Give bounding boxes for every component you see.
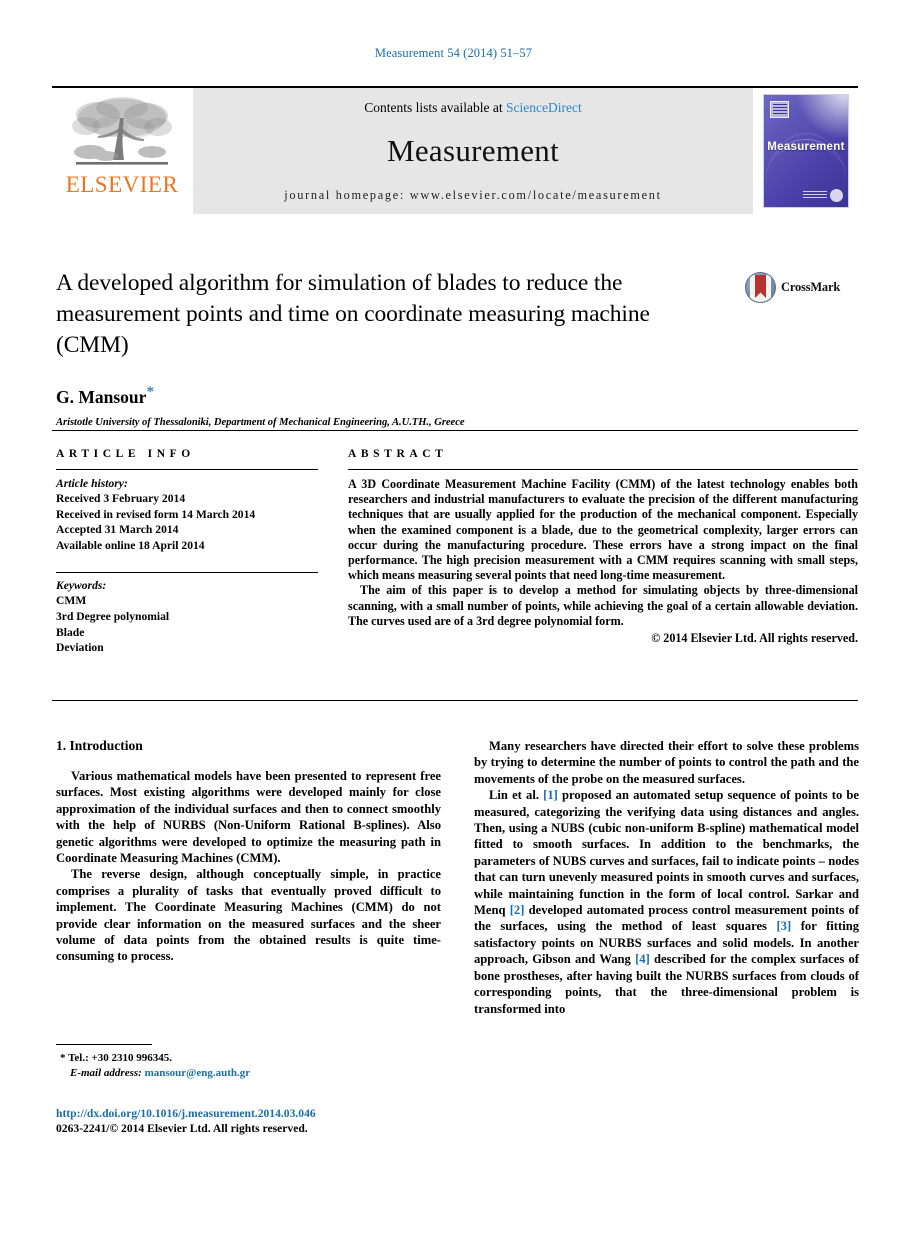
abstract-column: ABSTRACT A 3D Coordinate Measurement Mac… [348,448,858,646]
keywords-block: Keywords: CMM 3rd Degree polynomial Blad… [56,572,318,655]
abstract-heading: ABSTRACT [348,448,448,460]
intro-paragraph-with-citations: Lin et al. [1] proposed an automated set… [474,787,859,1017]
footnote-tel: * Tel.: +30 2310 996345. [56,1051,441,1066]
masthead-center: Contents lists available at ScienceDirec… [192,88,754,214]
keyword-item: 3rd Degree polynomial [56,609,170,623]
footnote-tel-text: Tel.: +30 2310 996345. [68,1052,173,1064]
affiliation: Aristotle University of Thessaloniki, De… [56,416,465,428]
abstract-paragraph: The aim of this paper is to develop a me… [348,583,858,628]
article-info-heading: ARTICLE INFO [56,448,195,460]
crossmark-icon [745,272,776,303]
history-received: Received 3 February 2014 [56,492,186,505]
abstract-paragraph: A 3D Coordinate Measurement Machine Faci… [348,477,858,583]
cover-footer [803,189,843,202]
keywords-rule [56,572,318,574]
author-name: G. Mansour* [56,384,696,408]
history-online: Available online 18 April 2014 [56,538,205,552]
abstract-rule [348,469,858,470]
running-head: Measurement 54 (2014) 51–57 [374,46,533,60]
elsevier-logo: ELSEVIER [52,88,192,214]
crossmark-badge[interactable]: CrossMark [745,272,840,303]
keyword-item: Blade [56,625,85,639]
keyword-item: CMM [56,594,87,608]
intro-paragraph: The reverse design, although conceptuall… [56,867,441,964]
corresponding-author-marker: * [146,384,154,400]
elsevier-tree-icon [66,94,178,172]
journal-cover-thumbnail: Measurement [754,88,858,214]
divider-above-abstract [52,430,858,431]
email-link[interactable]: mansour@eng.auth.gr [145,1067,251,1079]
title-block: A developed algorithm for simulation of … [56,268,696,428]
doi-link[interactable]: http://dx.doi.org/10.1016/j.measurement.… [56,1106,476,1121]
journal-masthead: ELSEVIER Contents lists available at Sci… [52,86,858,214]
intro-paragraph: Many researchers have directed their eff… [474,739,859,786]
globe-icon [830,189,843,202]
cover-chip-icon [770,101,789,118]
footnote-email: E-mail address: mansour@eng.auth.gr [56,1066,441,1081]
contents-prefix: Contents lists available at [364,100,506,115]
body-column-left: 1. Introduction Various mathematical mod… [56,738,441,965]
cover-title-text: Measurement [767,141,845,153]
citation-link-3[interactable]: [3] [776,919,791,933]
history-revised: Received in revised form 14 March 2014 [56,507,256,521]
para-text: Lin et al. [489,788,544,803]
history-accepted: Accepted 31 March 2014 [56,523,179,537]
footnote-marker: * [60,1052,66,1064]
journal-homepage[interactable]: journal homepage: www.elsevier.com/locat… [193,188,753,203]
citation-link-2[interactable]: [2] [510,903,525,917]
author-label: G. Mansour [56,386,147,407]
imprint-block: http://dx.doi.org/10.1016/j.measurement.… [56,1106,476,1136]
section-heading-introduction: 1. Introduction [56,738,143,753]
issn-copyright: 0263-2241/© 2014 Elsevier Ltd. All right… [56,1122,308,1135]
citation-link-4[interactable]: [4] [635,952,650,966]
paper-page: Measurement 54 (2014) 51–57 ELSEVIER Con… [0,0,907,1238]
abstract-copyright: © 2014 Elsevier Ltd. All rights reserved… [651,631,858,646]
article-info-rule [56,469,318,470]
intro-paragraph: Various mathematical models have been pr… [56,769,441,866]
body-column-right: Many researchers have directed their eff… [474,738,859,1017]
cover-image: Measurement [763,94,849,208]
para-text: proposed an automated setup sequence of … [474,788,860,918]
sciencedirect-link[interactable]: ScienceDirect [506,100,582,115]
footnote-block: * Tel.: +30 2310 996345. E-mail address:… [56,1044,441,1081]
article-history-label: Article history: [56,477,128,490]
keyword-item: Deviation [56,641,104,655]
journal-title: Measurement [386,133,559,168]
page-title: A developed algorithm for simulation of … [56,270,650,358]
email-address-label: E-mail address: [70,1067,142,1079]
keywords-label: Keywords: [56,579,107,593]
citation-link-1[interactable]: [1] [543,788,558,802]
cover-footer-lines [803,191,827,200]
footnote-rule [56,1044,152,1045]
contents-available-line: Contents lists available at ScienceDirec… [364,100,581,116]
crossmark-label: CrossMark [781,280,841,294]
article-info-column: ARTICLE INFO Article history: Received 3… [56,448,318,656]
elsevier-wordmark: ELSEVIER [65,172,179,197]
divider-below-abstract [52,700,858,701]
